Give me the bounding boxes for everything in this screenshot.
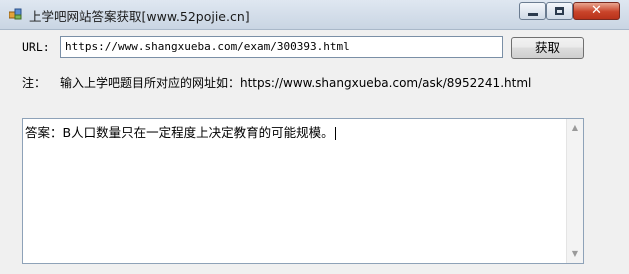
app-window: 上学吧网站答案获取[www.52pojie.cn] ✕ URL: https:/… <box>0 0 629 274</box>
note-text: 输入上学吧题目所对应的网址如：https://www.shangxueba.co… <box>60 76 532 90</box>
text-caret <box>334 127 336 140</box>
fetch-button[interactable]: 获取 <box>511 37 584 59</box>
note-label: 注： <box>22 76 47 90</box>
close-icon: ✕ <box>591 3 602 18</box>
minimize-icon <box>528 13 538 16</box>
app-icon <box>9 8 22 20</box>
maximize-icon <box>555 7 564 15</box>
answer-textarea[interactable]: 答案：B人口数量只在一定程度上决定教育的可能规模。 ▲ ▼ <box>22 118 584 264</box>
scroll-up-icon[interactable]: ▲ <box>567 121 583 135</box>
scroll-down-icon[interactable]: ▼ <box>567 247 583 261</box>
url-input[interactable]: https://www.shangxueba.com/exam/300393.h… <box>60 36 503 58</box>
window-title: 上学吧网站答案获取[www.52pojie.cn] <box>29 9 250 24</box>
minimize-button[interactable] <box>519 2 546 20</box>
vertical-scrollbar[interactable]: ▲ ▼ <box>566 119 583 263</box>
maximize-button[interactable] <box>546 2 573 20</box>
answer-text: 答案：B人口数量只在一定程度上决定教育的可能规模。 <box>25 122 336 141</box>
title-bar[interactable]: 上学吧网站答案获取[www.52pojie.cn] ✕ <box>0 0 629 30</box>
answer-content: 答案：B人口数量只在一定程度上决定教育的可能规模。 <box>25 125 334 140</box>
close-button[interactable]: ✕ <box>573 2 620 20</box>
url-label: URL: <box>22 40 50 54</box>
